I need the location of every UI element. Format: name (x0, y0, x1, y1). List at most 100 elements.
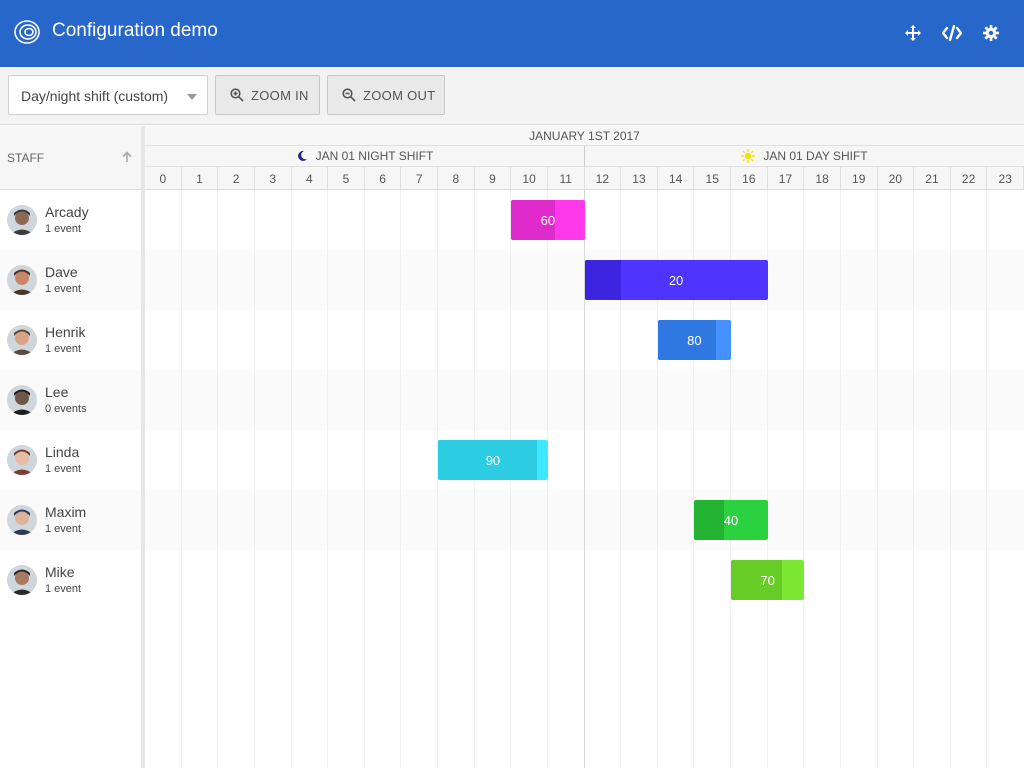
zoom-in-icon (230, 88, 244, 102)
staff-column-header[interactable]: STAFF (0, 126, 141, 190)
zoom-in-button[interactable]: ZOOM IN (215, 75, 320, 115)
hour-header-cell: 10 (511, 167, 548, 190)
hour-header-cell: 1 (182, 167, 219, 190)
timeline: JANUARY 1ST 2017 JAN 01 NIGHT SHIFT JAN … (145, 126, 1024, 768)
move-icon[interactable] (902, 22, 924, 44)
event-bar[interactable]: 20 (584, 260, 768, 300)
hour-header-cell: 7 (401, 167, 439, 190)
resource-event-count: 1 event (45, 523, 82, 535)
settings-icon[interactable] (980, 22, 1002, 44)
resource-row[interactable]: Mike 1 event (0, 550, 141, 610)
timeline-body: 60 20 80 90 40 70 (145, 190, 1024, 768)
event-bar[interactable]: 90 (438, 440, 548, 480)
avatar (7, 325, 37, 355)
resource-name: Maxim (45, 504, 87, 520)
event-label: 90 (485, 452, 501, 468)
resource-row[interactable]: Lee 0 events (0, 370, 141, 430)
sun-icon (741, 149, 756, 163)
hour-grid-line (876, 190, 878, 768)
toolbar: Day/night shift (custom) ZOOM IN ZOOM OU… (0, 67, 1024, 125)
resource-name: Dave (45, 264, 78, 280)
timeline-row[interactable] (145, 550, 1024, 610)
hour-header-cell: 0 (145, 167, 182, 190)
hour-header-cell: 14 (658, 167, 695, 190)
hour-header-cell: 9 (475, 167, 512, 190)
resource-row[interactable]: Linda 1 event (0, 430, 141, 490)
resource-name: Henrik (45, 324, 86, 340)
resource-name: Linda (45, 444, 80, 460)
hour-header-cell: 19 (841, 167, 878, 190)
event-label: 70 (760, 572, 775, 588)
avatar (7, 565, 37, 595)
chevron-down-icon[interactable] (187, 94, 197, 100)
resource-row[interactable]: Maxim 1 event (0, 490, 141, 550)
resource-row[interactable]: Dave 1 event (0, 250, 141, 310)
hour-header-cell: 22 (951, 167, 988, 190)
logo-icon (13, 18, 41, 46)
timeline-row[interactable] (145, 370, 1024, 430)
date-header: JANUARY 1ST 2017 (145, 126, 1024, 146)
hour-header-cell: 5 (328, 167, 365, 190)
zoom-out-icon (342, 88, 356, 102)
hour-header-cell: 13 (621, 167, 658, 190)
app-header: Configuration demo (0, 0, 1024, 67)
resource-grid: STAFF Arcady 1 event Dave 1 event Henrik… (0, 126, 141, 768)
resource-event-count: 1 event (45, 463, 82, 475)
hour-grid-line (253, 190, 255, 768)
view-preset-value: Day/night shift (custom) (21, 88, 169, 104)
hour-header-cell: 16 (731, 167, 768, 190)
hour-header-cell: 2 (218, 167, 255, 190)
timeline-row[interactable] (145, 190, 1024, 250)
resource-row[interactable]: Henrik 1 event (0, 310, 141, 370)
hour-grid-line (180, 190, 182, 768)
avatar (7, 385, 37, 415)
resource-event-count: 0 events (45, 403, 87, 415)
timeline-row[interactable] (145, 490, 1024, 550)
night-shift-label: JAN 01 NIGHT SHIFT (315, 149, 434, 163)
view-preset-select[interactable]: Day/night shift (custom) (8, 75, 208, 115)
hour-grid-line (400, 190, 402, 768)
hour-grid-line (839, 190, 841, 768)
day-shift-header: JAN 01 DAY SHIFT (585, 146, 1024, 167)
event-bar[interactable]: 70 (731, 560, 805, 600)
hour-grid-line (290, 190, 292, 768)
hour-grid-line (363, 190, 365, 768)
hour-header-cell: 11 (548, 167, 585, 190)
timeline-row[interactable] (145, 310, 1024, 370)
hour-header-cell: 21 (914, 167, 951, 190)
avatar (7, 445, 37, 475)
event-bar[interactable]: 80 (657, 320, 731, 360)
event-label: 80 (687, 332, 702, 348)
avatar (7, 205, 37, 235)
zoom-out-label: ZOOM OUT (363, 87, 436, 103)
resource-name: Mike (45, 564, 75, 580)
timeline-row[interactable] (145, 430, 1024, 490)
hour-grid-line (217, 190, 219, 768)
sort-arrow-up-icon[interactable] (121, 150, 133, 168)
event-label: 40 (723, 512, 739, 528)
hour-grid-line (327, 190, 329, 768)
zoom-in-label: ZOOM IN (251, 87, 309, 103)
avatar (7, 265, 37, 295)
hour-grid-line (949, 190, 951, 768)
hour-grid-line (913, 190, 915, 768)
resource-name: Lee (45, 384, 69, 400)
hour-header-cell: 20 (878, 167, 915, 190)
resource-event-count: 1 event (45, 583, 82, 595)
hour-header-cell: 6 (365, 167, 402, 190)
zoom-out-button[interactable]: ZOOM OUT (327, 75, 445, 115)
hour-header-cell: 4 (292, 167, 329, 190)
event-bar[interactable]: 40 (694, 500, 768, 540)
hour-header-row: 0 1 2 3 4 5 6 7 8 9 10 11 12 13 14 15 16 17 18 19 20 21 22 23 (145, 167, 1024, 190)
resource-row[interactable]: Arcady 1 event (0, 190, 141, 250)
hour-header-cell: 18 (804, 167, 841, 190)
resource-event-count: 1 event (45, 223, 82, 235)
hour-header-cell: 8 (438, 167, 475, 190)
resource-event-count: 1 event (45, 343, 82, 355)
hour-header-cell: 15 (694, 167, 732, 190)
hour-grid-line (803, 190, 805, 768)
moon-icon (297, 150, 307, 161)
event-bar[interactable]: 60 (511, 200, 585, 240)
code-icon[interactable] (941, 22, 963, 44)
resource-name: Arcady (45, 204, 89, 220)
